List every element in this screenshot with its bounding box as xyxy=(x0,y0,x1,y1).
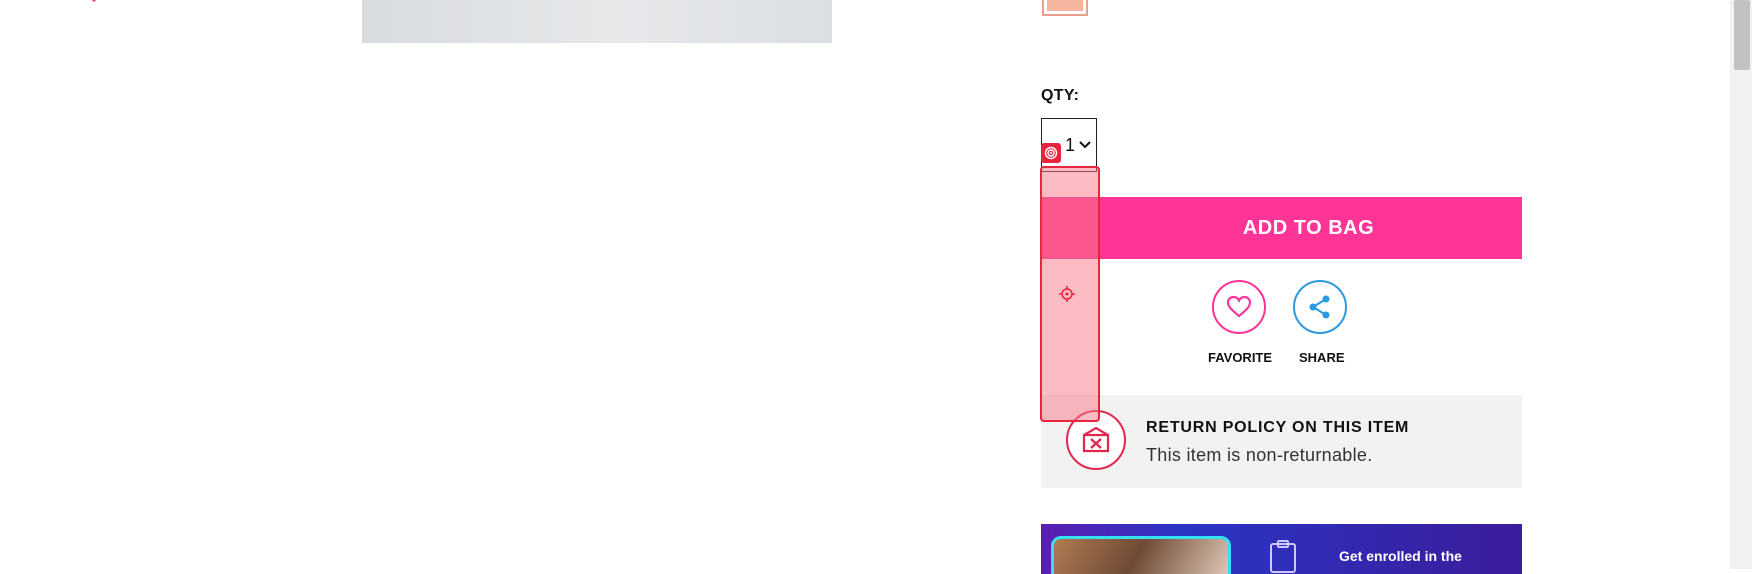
favorite-label: FAVORITE xyxy=(1208,350,1273,365)
qty-label: QTY: xyxy=(1041,87,1080,104)
color-swatch[interactable] xyxy=(1042,0,1088,16)
share-label: SHARE xyxy=(1299,350,1345,365)
scrollbar[interactable] xyxy=(1730,0,1752,569)
crosshair-icon xyxy=(1059,286,1075,302)
heart-icon xyxy=(1226,295,1252,318)
add-to-bag-button[interactable]: ADD TO BAG xyxy=(1041,197,1522,259)
return-policy-text: This item is non-returnable. xyxy=(1146,445,1373,465)
chevron-down-icon xyxy=(1079,141,1091,149)
heart-icon xyxy=(91,0,97,3)
favorite-button[interactable] xyxy=(1212,280,1266,334)
product-image xyxy=(362,0,832,43)
promo-photo xyxy=(1051,536,1231,574)
share-button[interactable] xyxy=(1293,280,1347,334)
qty-value: 1 xyxy=(1064,134,1075,155)
scrollbar-thumb[interactable] xyxy=(1734,0,1750,70)
return-policy-title: RETURN POLICY ON THIS ITEM xyxy=(1146,419,1410,436)
return-policy-box: RETURN POLICY ON THIS ITEM This item is … xyxy=(1041,395,1522,488)
promo-banner[interactable]: Get enrolled in the xyxy=(1041,524,1522,574)
promo-text: Get enrolled in the xyxy=(1339,548,1462,564)
color-swatch-fill xyxy=(1047,0,1083,11)
share-icon xyxy=(1309,295,1330,319)
target-icon xyxy=(1041,143,1061,163)
